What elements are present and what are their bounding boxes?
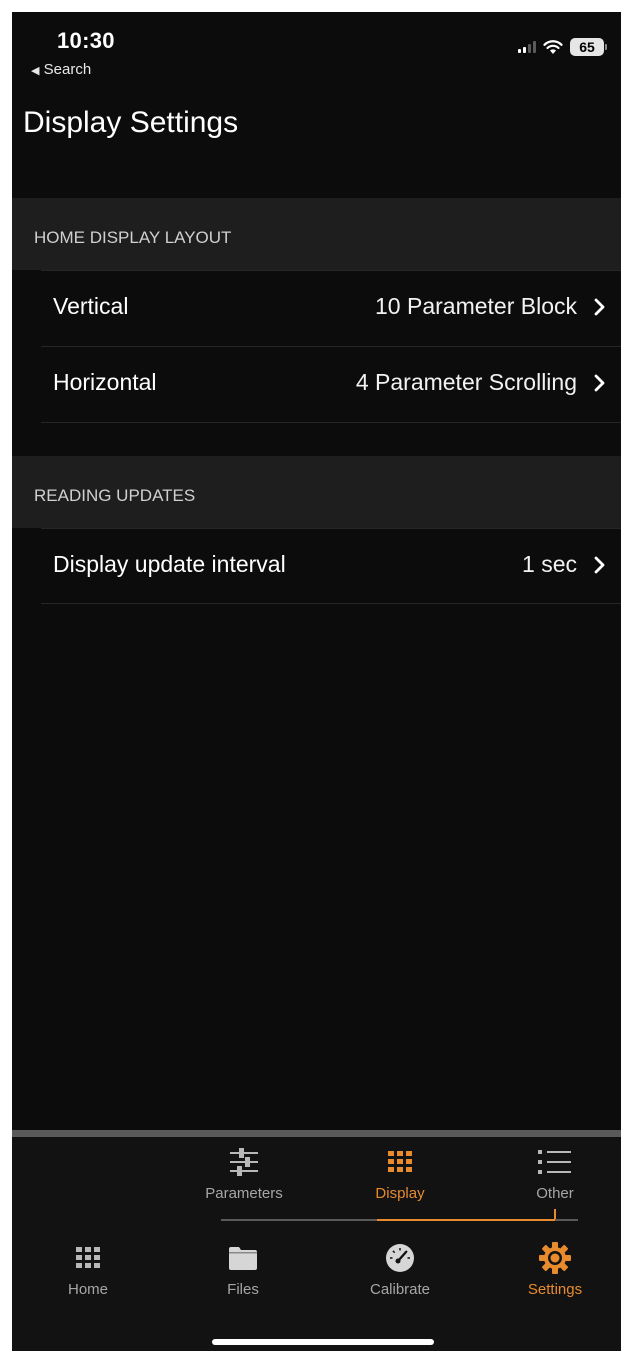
subtab-parameters[interactable]: Parameters [194, 1145, 294, 1202]
subtab-track [555, 1219, 578, 1221]
grid-icon [360, 1145, 440, 1179]
tab-label: Settings [527, 1281, 583, 1298]
chevron-right-icon [594, 374, 605, 392]
grid-icon [58, 1241, 118, 1275]
tabbar-divider [12, 1130, 621, 1137]
row-label: Vertical [53, 293, 129, 319]
row-display-update-interval[interactable]: Display update interval 1 sec [12, 528, 621, 604]
gauge-icon [360, 1241, 440, 1275]
battery-level: 65 [570, 38, 604, 56]
back-arrow-icon: ◀ [31, 65, 40, 77]
tab-settings[interactable]: Settings [520, 1241, 590, 1298]
section-header-label: HOME DISPLAY LAYOUT [34, 228, 232, 247]
home-indicator[interactable] [212, 1339, 434, 1345]
subtab-display[interactable]: Display [360, 1145, 440, 1202]
subtab-active-indicator [377, 1219, 555, 1221]
status-indicators: 65 [518, 38, 607, 56]
status-time: 10:30 [57, 28, 115, 53]
screen: 10:30 ◀ Search 65 Display Settings HOME … [12, 12, 621, 1351]
list-icon [520, 1145, 590, 1179]
back-to-search-link[interactable]: ◀ Search [31, 61, 91, 78]
subtab-label: Display [375, 1185, 425, 1202]
row-horizontal[interactable]: Horizontal 4 Parameter Scrolling [12, 346, 621, 422]
back-label: Search [43, 61, 92, 78]
row-label: Horizontal [53, 369, 157, 395]
chevron-right-icon [594, 298, 605, 316]
tab-label: Calibrate [369, 1281, 431, 1298]
row-value: 1 sec [522, 551, 577, 577]
folder-icon [213, 1241, 273, 1275]
tab-label: Home [67, 1281, 108, 1298]
section-header-reading-updates: READING UPDATES [12, 456, 621, 528]
section-header-label: READING UPDATES [34, 486, 196, 505]
row-label: Display update interval [53, 551, 286, 577]
tab-home[interactable]: Home [58, 1241, 118, 1298]
subtab-track [221, 1219, 377, 1221]
battery-icon: 65 [570, 38, 607, 56]
gear-icon [520, 1241, 590, 1275]
tab-files[interactable]: Files [213, 1241, 273, 1298]
section-header-home-display-layout: HOME DISPLAY LAYOUT [12, 198, 621, 270]
subtab-label: Other [536, 1185, 574, 1202]
page-title: Display Settings [23, 106, 239, 139]
subtab-label: Parameters [205, 1185, 283, 1202]
signal-icon [518, 41, 536, 53]
row-value: 10 Parameter Block [375, 293, 577, 319]
row-value: 4 Parameter Scrolling [355, 369, 577, 395]
subtab-other[interactable]: Other [520, 1145, 590, 1202]
sliders-icon [194, 1145, 294, 1179]
tab-calibrate[interactable]: Calibrate [360, 1241, 440, 1298]
row-vertical[interactable]: Vertical 10 Parameter Block [12, 270, 621, 346]
chevron-right-icon [594, 556, 605, 574]
wifi-icon [543, 39, 563, 54]
tab-label: Files [227, 1281, 259, 1298]
